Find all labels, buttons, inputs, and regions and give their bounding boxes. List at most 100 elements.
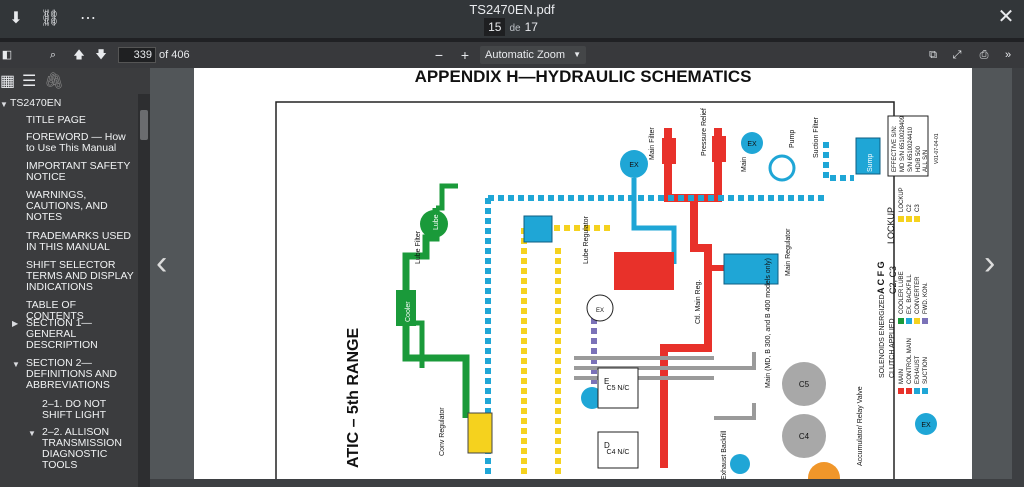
legend-label: CONVERTER xyxy=(915,276,921,314)
ex-label: EX xyxy=(629,162,639,169)
legend-swatch xyxy=(898,388,904,394)
effective-line: HD/B 500 xyxy=(916,145,922,172)
outline-item[interactable]: 2–2. ALLISON TRANSMISSION DIAGNOSTIC TOO… xyxy=(42,427,132,471)
lockup-code: C3 xyxy=(915,204,921,212)
ctl-main-reg-label: Ctl. Main Reg. xyxy=(695,280,702,324)
outline-item[interactable]: 2–1. DO NOT SHIFT LIGHT xyxy=(42,399,132,421)
outline-item[interactable]: SECTION 2— DEFINITIONS AND ABBREVIATIONS xyxy=(26,358,126,391)
outline-item[interactable]: WARNINGS, CAUTIONS, AND NOTES xyxy=(26,190,116,223)
sidebar-toggle-icon[interactable]: ◧ xyxy=(0,45,14,65)
planetary-gear xyxy=(808,462,840,480)
caret-right-icon[interactable]: ▶ xyxy=(12,318,18,329)
c5-label: C5 xyxy=(799,380,810,389)
caret-down-icon[interactable]: ▼ xyxy=(12,359,20,370)
search-icon[interactable]: ⌕ xyxy=(44,45,62,65)
outline-sidebar: ▦ ☰ 🖇 ▼ TS2470EN TITLE PAGE FOREWORD — H… xyxy=(0,68,150,487)
prev-page-arrow-icon[interactable]: ‹ xyxy=(156,244,167,283)
caret-down-icon[interactable]: ▼ xyxy=(0,99,8,110)
sump-label: Sump xyxy=(867,154,874,172)
lube-regulator-label: Lube Regulator xyxy=(583,215,590,264)
outline-item[interactable]: TITLE PAGE xyxy=(26,115,136,126)
zoom-label: Automatic Zoom xyxy=(485,49,566,61)
scrollbar-thumb[interactable] xyxy=(140,110,148,140)
close-icon[interactable]: ✕ xyxy=(996,7,1016,27)
outline-root[interactable]: TS2470EN xyxy=(10,98,130,109)
legend-swatch xyxy=(914,216,920,222)
outline-item[interactable]: SHIFT SELECTOR TERMS AND DISPLAY INDICAT… xyxy=(26,260,138,293)
effective-line: MD S/N 6510028409 xyxy=(900,115,906,172)
main-regulator-label: Main Regulator xyxy=(785,228,792,276)
outline-item[interactable]: FOREWORD — How to Use This Manual xyxy=(26,132,136,154)
cooler-label: Cooler xyxy=(405,301,412,322)
attachments-tab-icon[interactable]: 🖇 xyxy=(44,72,64,92)
document-title: TS2470EN.pdf xyxy=(469,2,555,17)
effective-line: EFFECTIVE S/N: xyxy=(892,125,898,172)
ex-label: EX xyxy=(596,308,604,314)
legend-swatch xyxy=(922,388,928,394)
zoom-out-button[interactable]: − xyxy=(430,45,448,65)
legend-label: FWD. KON. xyxy=(923,282,929,314)
tools-icon[interactable]: » xyxy=(999,45,1017,65)
lube-label: Lube xyxy=(433,214,440,230)
pump-label: Pump xyxy=(789,130,796,148)
caret-down-icon[interactable]: ▼ xyxy=(28,428,36,439)
pdf-page: APPENDIX H—HYDRAULIC SCHEMATICS ATIC – 5… xyxy=(194,68,972,480)
main-filter-block xyxy=(662,138,676,164)
ex-label: EX xyxy=(921,422,931,429)
legend-swatch xyxy=(906,388,912,394)
solenoid-letters: A C F G xyxy=(876,261,886,294)
sidebar-scrollbar[interactable] xyxy=(138,94,150,487)
legend-swatch xyxy=(898,318,904,324)
fullscreen-icon[interactable]: ⤢ xyxy=(949,45,965,65)
c5-nc-label: C5 N/C xyxy=(607,385,630,392)
prev-page-icon[interactable]: 🡅 xyxy=(70,45,88,65)
vertical-scrollbar[interactable] xyxy=(1012,68,1024,487)
effective-line: S/N 6510024410 xyxy=(908,126,914,172)
figure-code: V01-07-04-01 xyxy=(934,133,940,164)
document-viewer[interactable]: APPENDIX H—HYDRAULIC SCHEMATICS ATIC – 5… xyxy=(150,68,1024,487)
d-label: D xyxy=(604,441,610,450)
page-indicator: 15 de 17 xyxy=(475,18,547,36)
legend-swatch xyxy=(922,318,928,324)
valve-block xyxy=(523,215,553,243)
pressure-relief-label: Pressure Relief xyxy=(701,108,708,156)
clutch-line xyxy=(714,403,756,420)
current-page: 15 xyxy=(484,18,506,36)
thumbnails-tab-icon[interactable]: ▦ xyxy=(0,72,15,92)
legend-swatch xyxy=(914,388,920,394)
c4-nc-label: C4 N/C xyxy=(607,449,630,456)
e-label: E xyxy=(604,377,609,386)
conv-regulator-block xyxy=(467,412,493,454)
legend-label: SUCTION xyxy=(923,357,929,384)
outline-tab-icon[interactable]: ☰ xyxy=(22,72,36,92)
page-number-input[interactable] xyxy=(118,47,156,63)
print-icon[interactable]: ⎙ xyxy=(975,45,993,65)
suction-filter-label: Suction Filter xyxy=(813,116,820,158)
lube-regulator-block xyxy=(614,252,674,290)
presentation-icon[interactable]: ⧉ xyxy=(925,45,941,65)
pressure-relief-block xyxy=(712,136,726,162)
page-total: of 406 xyxy=(159,49,190,61)
main-label: Main xyxy=(741,157,748,172)
main-filter-label: Main Filter xyxy=(649,127,656,160)
legend-swatch xyxy=(914,318,920,324)
horizontal-scrollbar[interactable] xyxy=(150,479,1012,487)
zoom-in-button[interactable]: + xyxy=(456,45,474,65)
outline-item[interactable]: TRADEMARKS USED IN THIS MANUAL xyxy=(26,231,132,253)
next-page-arrow-icon[interactable]: › xyxy=(984,244,995,283)
exhaust-backfill-label: Exhaust Backfill xyxy=(721,430,728,480)
ex-label: EX xyxy=(747,141,757,148)
lockup-code: LOCKUP xyxy=(899,187,905,212)
legend-label: EXHAUST xyxy=(915,355,921,384)
effective-line: ALL S/N xyxy=(923,150,929,172)
next-page-icon[interactable]: 🡇 xyxy=(92,45,110,65)
suction-line xyxy=(823,142,854,181)
total-pages: 17 xyxy=(524,20,538,34)
zoom-select[interactable]: Automatic Zoom ▼ xyxy=(480,46,586,64)
pump-circle xyxy=(768,154,796,182)
outline-item[interactable]: IMPORTANT SAFETY NOTICE xyxy=(26,161,136,183)
legend-label: MAIN xyxy=(899,369,905,384)
outline-item[interactable]: SECTION 1— GENERAL DESCRIPTION xyxy=(26,318,106,351)
accumulator-label: Accumulator/ Relay Valve xyxy=(857,386,864,466)
ex-circle xyxy=(730,454,750,474)
